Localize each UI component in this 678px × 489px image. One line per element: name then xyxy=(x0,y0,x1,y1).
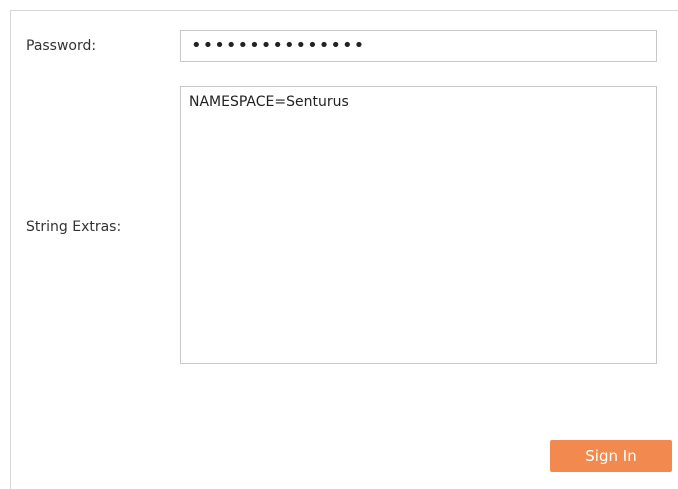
string-extras-textarea[interactable]: NAMESPACE=Senturus xyxy=(180,86,657,364)
string-extras-label: String Extras: xyxy=(26,219,122,235)
password-label: Password: xyxy=(26,38,97,54)
sign-in-button[interactable]: Sign In xyxy=(550,440,672,472)
password-field[interactable]: ••••••••••••••• xyxy=(180,30,657,62)
